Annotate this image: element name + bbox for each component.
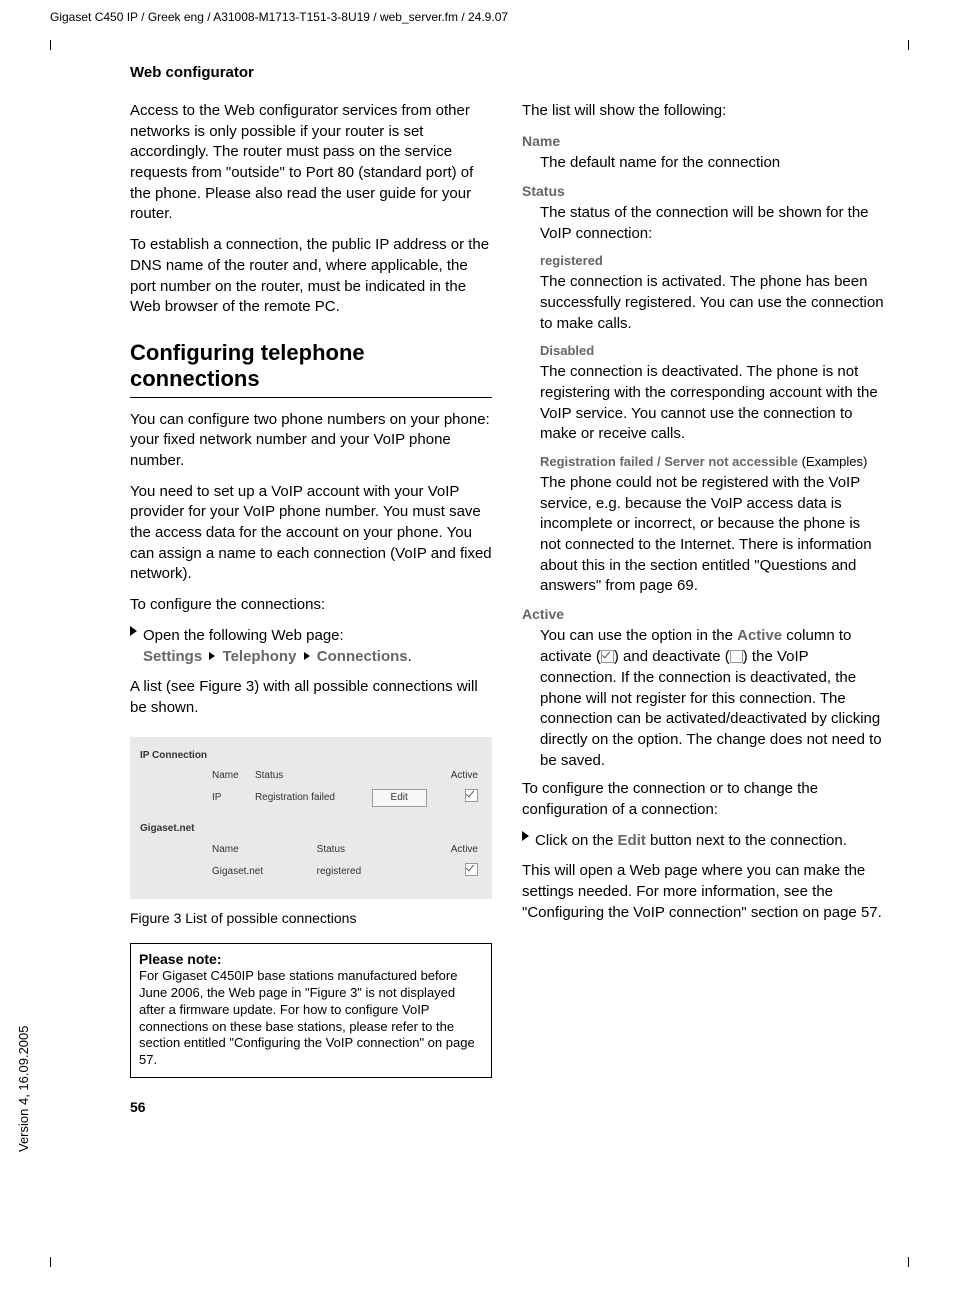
nav-telephony: Telephony: [223, 648, 297, 665]
section-title: Web configurator: [130, 64, 914, 81]
term-body: The phone could not be registered with t…: [540, 473, 884, 597]
paragraph: Access to the Web configurator services …: [130, 101, 492, 225]
paragraph: To configure the connection or to change…: [522, 779, 884, 820]
paragraph: You can configure two phone numbers on y…: [130, 410, 492, 472]
figure-screenshot: IP Connection Name Status Active IP Regi…: [130, 737, 492, 900]
note-box: Please note: For Gigaset C450IP base sta…: [130, 943, 492, 1079]
figure-caption: Figure 3 List of possible connections: [130, 909, 492, 928]
text: ) and deactivate (: [614, 648, 730, 665]
crop-mark: [898, 40, 909, 50]
text: ) the VoIP connection. If the connection…: [540, 648, 882, 768]
term-body: The status of the connection will be sho…: [540, 203, 884, 244]
fig-section: IP Connection: [140, 749, 482, 763]
left-column: Access to the Web configurator services …: [130, 101, 492, 1118]
term-active: Active: [522, 605, 884, 624]
term-body: The connection is activated. The phone h…: [540, 272, 884, 334]
crop-mark: [50, 40, 61, 50]
edit-word: Edit: [618, 832, 646, 849]
note-body: For Gigaset C450IP base stations manufac…: [139, 968, 483, 1069]
term-registered: registered: [540, 252, 884, 270]
list-item: Open the following Web page: Settings Te…: [130, 626, 492, 667]
text: button next to the connection.: [646, 832, 847, 849]
version-text: Version 4, 16.09.2005: [16, 1026, 31, 1153]
nav-connections: Connections: [317, 648, 408, 665]
term-body: The default name for the connection: [540, 153, 884, 174]
active-word: Active: [737, 627, 782, 644]
checkbox-icon[interactable]: [465, 789, 478, 802]
term-body: You can use the option in the Active col…: [540, 626, 884, 771]
row-status: Registration failed: [251, 786, 360, 810]
doc-header: Gigaset C450 IP / Greek eng / A31008-M17…: [50, 10, 914, 24]
triangle-icon: [522, 831, 529, 841]
page-number: 56: [130, 1098, 492, 1117]
term-body: The connection is deactivated. The phone…: [540, 362, 884, 445]
checkbox-icon[interactable]: [465, 863, 478, 876]
col-name: Name: [208, 840, 313, 860]
term-status: Status: [522, 182, 884, 201]
paragraph: You need to set up a VoIP account with y…: [130, 482, 492, 585]
list-item: Click on the Edit button next to the con…: [522, 831, 884, 852]
col-status: Status: [313, 840, 406, 860]
col-name: Name: [208, 766, 251, 786]
nav-settings: Settings: [143, 648, 202, 665]
checkbox-on-icon: [601, 650, 614, 663]
text: You can use the option in the: [540, 627, 737, 644]
paragraph: To configure the connections:: [130, 595, 492, 616]
heading: Configuring telephone connections: [130, 340, 492, 393]
edit-button[interactable]: Edit: [372, 789, 427, 807]
col-status: Status: [251, 766, 360, 786]
term-disabled: Disabled: [540, 342, 884, 360]
rule: [130, 397, 492, 398]
arrow-icon: [209, 652, 215, 660]
paragraph: To establish a connection, the public IP…: [130, 235, 492, 318]
crop-mark: [898, 1257, 909, 1267]
note-title: Please note:: [139, 950, 483, 968]
list-text: Open the following Web page:: [143, 627, 344, 644]
paragraph: The list will show the following:: [522, 101, 884, 122]
col-active: Active: [438, 766, 482, 786]
checkbox-off-icon: [730, 650, 743, 663]
term-regfailed-ex: (Examples): [802, 454, 868, 469]
text: Click on the: [535, 832, 618, 849]
paragraph: A list (see Figure 3) with all possible …: [130, 677, 492, 718]
crop-mark: [50, 1257, 61, 1267]
term-name: Name: [522, 132, 884, 151]
paragraph: This will open a Web page where you can …: [522, 861, 884, 923]
row-status: registered: [313, 860, 406, 884]
col-active: Active: [420, 840, 482, 860]
right-column: The list will show the following: Name T…: [522, 101, 884, 1118]
triangle-icon: [130, 626, 137, 636]
row-name: IP: [208, 786, 251, 810]
fig-section: Gigaset.net: [140, 822, 482, 836]
arrow-icon: [304, 652, 310, 660]
row-name: Gigaset.net: [208, 860, 313, 884]
term-regfailed: Registration failed / Server not accessi…: [540, 453, 884, 471]
term-regfailed-label: Registration failed / Server not accessi…: [540, 454, 798, 469]
